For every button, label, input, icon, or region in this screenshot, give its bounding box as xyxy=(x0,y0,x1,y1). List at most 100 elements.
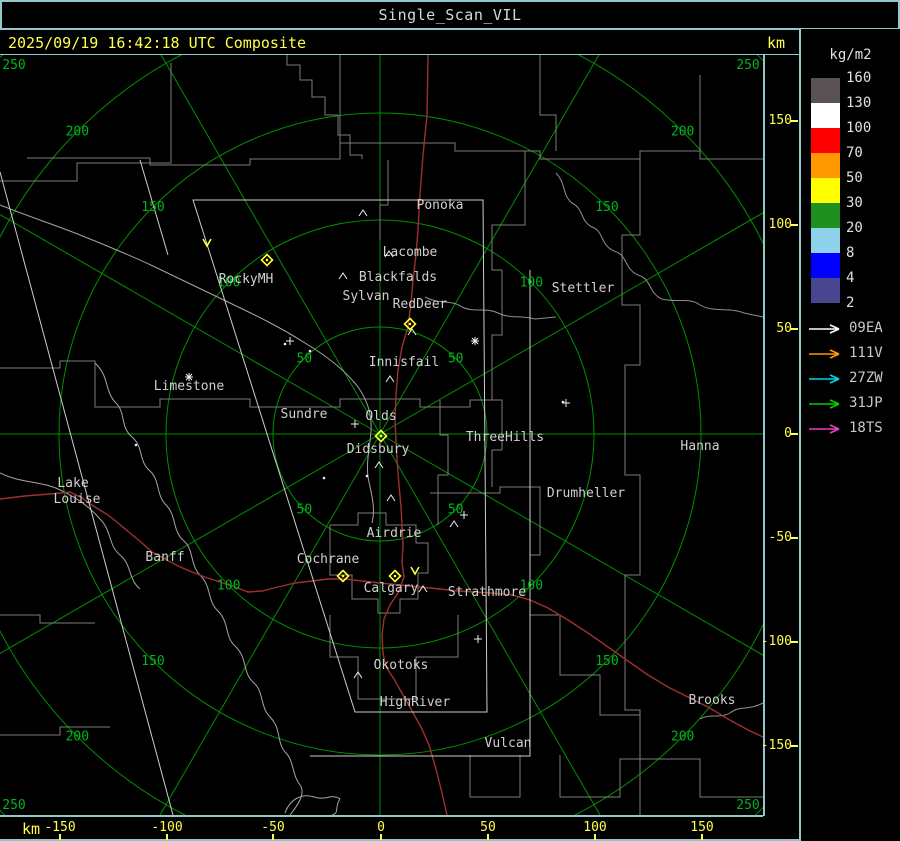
ring-distance-label: 100 xyxy=(520,276,543,291)
city-label: Innisfail xyxy=(369,355,439,370)
scale-unit-label: kg/m2 xyxy=(829,47,872,63)
right-axis-tick-label: 150 xyxy=(768,113,792,128)
storm-cell-marker xyxy=(403,317,417,331)
city-label: Sylvan xyxy=(343,289,390,304)
bottom-axis-tick-label: -50 xyxy=(261,820,285,835)
city-label: RockyMH xyxy=(219,272,274,287)
right-axis-tick xyxy=(790,537,798,539)
dot-marker xyxy=(283,342,287,346)
bottom-axis-tick-label: -100 xyxy=(151,820,183,835)
radial-line xyxy=(379,433,601,815)
dot-marker xyxy=(134,443,138,447)
ring-distance-label: 100 xyxy=(217,578,240,593)
city-label: Strathmore xyxy=(448,585,526,600)
radar-map[interactable]: 50 50 50 50 100 100 100 100 150 150 150 150 200 200 20… xyxy=(0,55,763,815)
caret-marker xyxy=(358,209,368,217)
scale-swatch xyxy=(811,228,840,253)
right-axis-tick xyxy=(790,328,798,330)
city-label: Louise xyxy=(54,492,101,507)
right-distance-axis: 150 100 50 0 -50 -100 -150 xyxy=(761,55,800,815)
scale-value: 130 xyxy=(846,95,872,111)
titlebar-divider xyxy=(0,28,900,30)
city-label: Stettler xyxy=(552,281,615,296)
right-axis-tick xyxy=(790,224,798,226)
dot-marker xyxy=(365,474,369,478)
bottom-axis-tick xyxy=(272,834,274,840)
track-legend-row: 31JP xyxy=(807,395,899,411)
track-legend-row: 111V xyxy=(807,345,899,361)
city-label: Okotoks xyxy=(374,658,429,673)
dot-marker xyxy=(561,400,565,404)
terrain-boundary xyxy=(284,795,341,815)
right-axis-tick-label: 50 xyxy=(776,321,792,336)
storm-cell-marker xyxy=(388,569,402,583)
track-id: 09EA xyxy=(849,320,883,336)
city-label: Drumheller xyxy=(547,486,625,501)
bottom-axis-tick xyxy=(59,834,61,840)
county-boundary xyxy=(437,400,449,525)
ring-distance-label: 150 xyxy=(595,200,618,215)
scan-sector-outline xyxy=(310,270,531,757)
scale-swatch xyxy=(811,78,840,103)
scale-swatch xyxy=(811,253,840,278)
ring-distance-label: 150 xyxy=(141,200,164,215)
bottom-axis-tick-label: 0 xyxy=(377,820,385,835)
right-axis-tick xyxy=(790,120,798,122)
city-label: Airdrie xyxy=(367,526,422,541)
ring-distance-label: 200 xyxy=(66,124,89,139)
plus-marker xyxy=(474,635,482,643)
bottom-axis-tick xyxy=(166,834,168,840)
scale-value: 70 xyxy=(846,145,863,161)
radial-line xyxy=(160,55,381,435)
city-label: RedDeer xyxy=(393,297,448,312)
bottom-axis-tick xyxy=(487,834,489,840)
caret-marker xyxy=(385,375,395,383)
track-arrow-icon xyxy=(809,424,840,434)
right-axis-tick xyxy=(790,433,798,435)
track-id: 31JP xyxy=(849,395,883,411)
track-arrow-icon xyxy=(809,374,840,384)
right-axis-tick xyxy=(790,745,798,747)
scale-value: 160 xyxy=(846,70,872,86)
ring-distance-label: 250 xyxy=(2,58,25,73)
city-label: HighRiver xyxy=(380,695,451,710)
scale-swatch xyxy=(811,153,840,178)
track-id: 111V xyxy=(849,345,883,361)
county-boundary xyxy=(430,486,640,716)
scale-swatch xyxy=(811,278,840,303)
right-axis-tick xyxy=(790,641,798,643)
bottom-distance-axis: -150 -100 -50 0 50 100 150 xyxy=(0,815,800,841)
city-label: Brooks xyxy=(689,693,736,708)
city-label: Vulcan xyxy=(485,736,532,751)
window-title: Single_Scan_VIL xyxy=(378,6,522,24)
right-axis-tick-label: -150 xyxy=(760,738,792,753)
county-boundary xyxy=(94,368,380,408)
county-boundary xyxy=(539,55,557,151)
city-label: Ponoka xyxy=(417,198,464,213)
ring-distance-label: 50 xyxy=(297,503,313,518)
ring-distance-label: 50 xyxy=(448,351,464,366)
scale-value: 20 xyxy=(846,220,863,236)
county-boundary xyxy=(0,63,172,182)
radar-map-canvas[interactable]: 505050 50100100100 100150150150 15020020020… xyxy=(0,55,763,815)
city-label: Lacombe xyxy=(383,245,438,260)
asterisk-marker xyxy=(471,337,479,345)
city-label: Didsbury xyxy=(347,442,410,457)
right-axis-unit-label: km xyxy=(766,34,785,52)
scale-value: 8 xyxy=(846,245,855,261)
bottom-axis-tick xyxy=(380,834,382,840)
ring-distance-label: 250 xyxy=(736,58,759,73)
scale-swatch xyxy=(811,128,840,153)
terrain-boundary xyxy=(0,204,374,524)
dot-marker xyxy=(308,349,312,353)
scale-value: 50 xyxy=(846,170,863,186)
ring-distance-label: 250 xyxy=(2,798,25,813)
caret-marker xyxy=(338,272,348,280)
track-legend-row: 27ZW xyxy=(807,370,899,386)
bottom-axis-tick-label: 100 xyxy=(583,820,607,835)
scale-value: 100 xyxy=(846,120,872,136)
right-axis-tick-label: 100 xyxy=(768,217,792,232)
ring-distance-label: 150 xyxy=(141,654,164,669)
scale-value: 4 xyxy=(846,270,855,286)
scale-value: 30 xyxy=(846,195,863,211)
